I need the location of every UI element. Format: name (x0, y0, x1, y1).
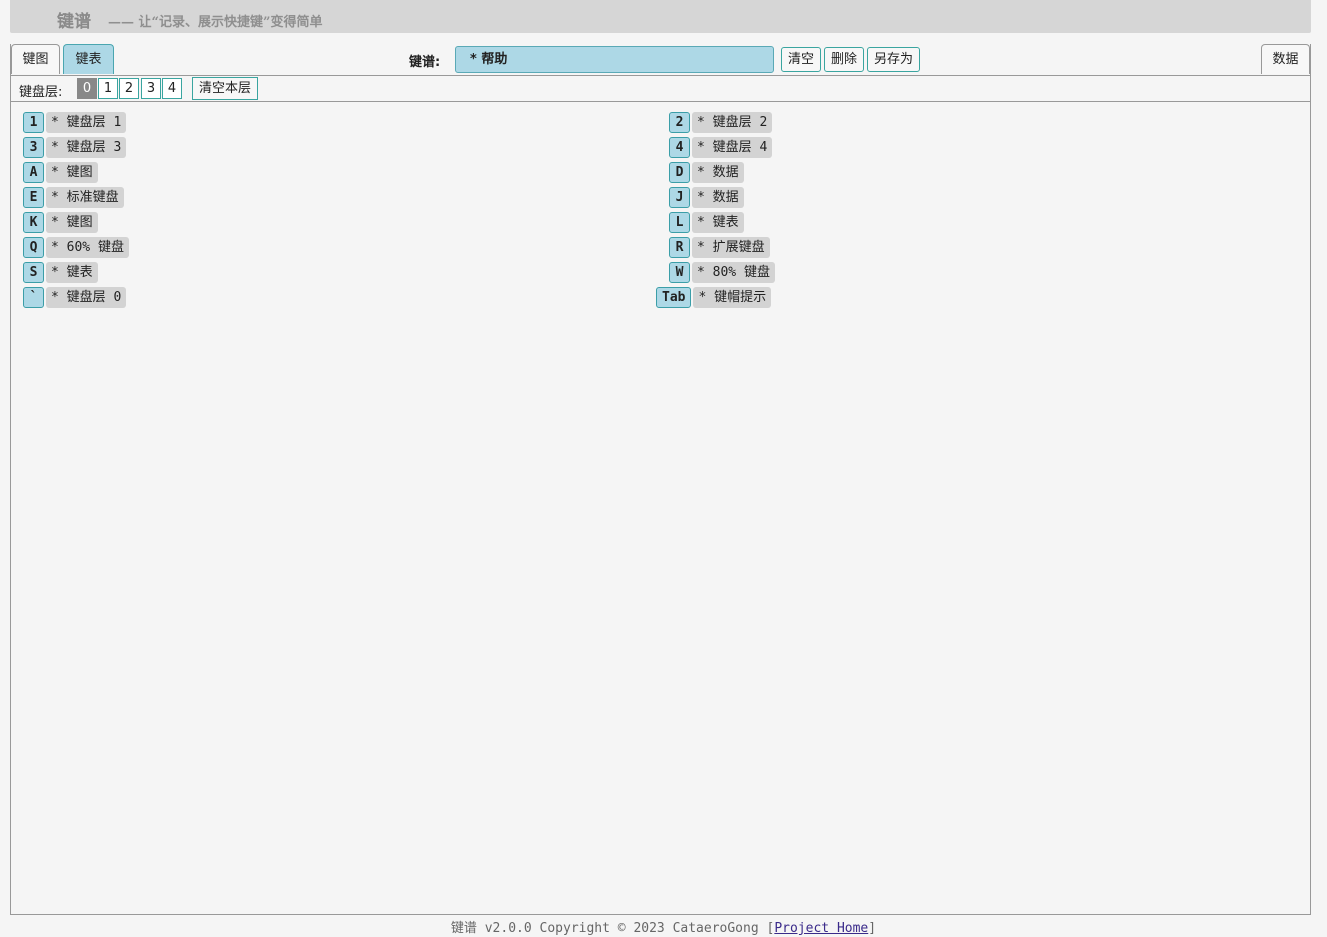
key-description[interactable]: * 键帽提示 (693, 287, 772, 308)
keycap[interactable]: Q (23, 237, 44, 258)
keycap[interactable]: Tab (656, 287, 692, 308)
keycap[interactable]: J (669, 187, 690, 208)
key-row: Q * 60% 键盘 (23, 237, 129, 258)
clear-layer-button[interactable]: 清空本层 (192, 77, 258, 100)
key-description[interactable]: * 键表 (692, 212, 744, 233)
layer-button-2[interactable]: 2 (119, 78, 139, 99)
footer: 键谱 v2.0.0 Copyright © 2023 CataeroGong [… (0, 917, 1327, 936)
keycap[interactable]: K (23, 212, 44, 233)
save-as-button[interactable]: 另存为 (867, 47, 920, 72)
layer-label: 键盘层: (19, 85, 63, 100)
key-row: S * 键表 (23, 262, 98, 283)
key-description[interactable]: * 键盘层 1 (46, 112, 127, 133)
footer-end: ] (868, 921, 877, 936)
key-description[interactable]: * 键表 (46, 262, 98, 283)
key-row: ` * 键盘层 0 (23, 287, 127, 308)
key-description[interactable]: * 键盘层 0 (46, 287, 127, 308)
key-description[interactable]: * 数据 (692, 187, 744, 208)
key-description[interactable]: * 扩展键盘 (692, 237, 770, 258)
layer-button-4[interactable]: 4 (162, 78, 182, 99)
key-row: W * 80% 键盘 (669, 262, 775, 283)
key-row: L * 键表 (669, 212, 744, 233)
keycap[interactable]: 2 (669, 112, 690, 133)
key-row: D * 数据 (669, 162, 744, 183)
key-description[interactable]: * 键图 (46, 212, 98, 233)
keycap[interactable]: ` (23, 287, 44, 308)
main-panel: 键图 键表 键谱: * 帮助 清空 删除 另存为 数据 键盘层: 0 1 2 3… (10, 44, 1311, 915)
project-home-link[interactable]: Project Home (774, 921, 868, 936)
tab-keymap-view[interactable]: 键图 (11, 44, 60, 74)
keycap[interactable]: 4 (669, 137, 690, 158)
key-description[interactable]: * 数据 (692, 162, 744, 183)
keymap-label: 键谱: (409, 55, 441, 70)
tab-keytable-view[interactable]: 键表 (63, 44, 114, 74)
key-row: 3 * 键盘层 3 (23, 137, 127, 158)
layer-button-3[interactable]: 3 (141, 78, 161, 99)
app-slogan: —— 让“记录、展示快捷键”变得简单 (108, 15, 323, 30)
key-description[interactable]: * 标准键盘 (46, 187, 124, 208)
keycap[interactable]: 1 (23, 112, 44, 133)
key-row: 2 * 键盘层 2 (669, 112, 773, 133)
layer-button-0[interactable]: 0 (77, 78, 97, 99)
footer-text: 键谱 v2.0.0 Copyright © 2023 CataeroGong [ (450, 921, 775, 936)
toolbar: 键图 键表 键谱: * 帮助 清空 删除 另存为 数据 (11, 44, 1310, 76)
keycap[interactable]: D (669, 162, 690, 183)
keycap[interactable]: A (23, 162, 44, 183)
key-description[interactable]: * 键盘层 4 (692, 137, 773, 158)
keycap[interactable]: R (669, 237, 690, 258)
layer-button-1[interactable]: 1 (98, 78, 118, 99)
key-description[interactable]: * 键盘层 2 (692, 112, 773, 133)
keycap[interactable]: S (23, 262, 44, 283)
key-row: E * 标准键盘 (23, 187, 124, 208)
key-row: 4 * 键盘层 4 (669, 137, 773, 158)
key-row: J * 数据 (669, 187, 744, 208)
key-row: A * 键图 (23, 162, 98, 183)
key-row: R * 扩展键盘 (669, 237, 770, 258)
delete-button[interactable]: 删除 (824, 47, 864, 72)
key-row: K * 键图 (23, 212, 98, 233)
key-description[interactable]: * 60% 键盘 (46, 237, 129, 258)
app-name: 键谱 (57, 12, 91, 32)
keycap[interactable]: 3 (23, 137, 44, 158)
key-description[interactable]: * 80% 键盘 (692, 262, 775, 283)
key-row: 1 * 键盘层 1 (23, 112, 127, 133)
keycap[interactable]: L (669, 212, 690, 233)
keycap[interactable]: E (23, 187, 44, 208)
keymap-select[interactable]: * 帮助 (455, 46, 774, 73)
key-row: Tab * 键帽提示 (656, 287, 772, 308)
key-description[interactable]: * 键盘层 3 (46, 137, 127, 158)
tab-data[interactable]: 数据 (1261, 44, 1310, 74)
layer-bar: 键盘层: 0 1 2 3 4 清空本层 (11, 76, 1310, 102)
keycap[interactable]: W (669, 262, 690, 283)
key-description[interactable]: * 键图 (46, 162, 98, 183)
app-banner: 键谱 —— 让“记录、展示快捷键”变得简单 (10, 0, 1311, 33)
clear-button[interactable]: 清空 (781, 47, 821, 72)
